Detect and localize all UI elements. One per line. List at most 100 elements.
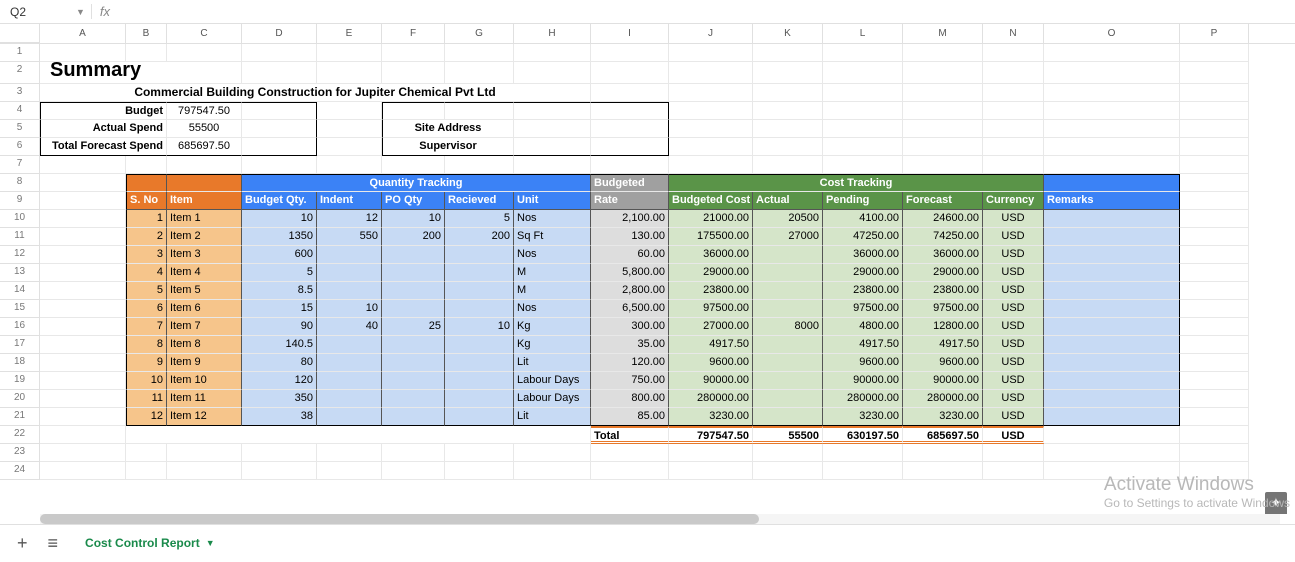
- sno-cell[interactable]: 9: [126, 354, 167, 372]
- cell[interactable]: [514, 444, 591, 462]
- cell[interactable]: [669, 84, 753, 102]
- forecast-cell[interactable]: 29000.00: [903, 264, 983, 282]
- cell[interactable]: [1180, 462, 1249, 480]
- rate-cell[interactable]: 6,500.00: [591, 300, 669, 318]
- actual-cell[interactable]: [753, 390, 823, 408]
- rate-cell[interactable]: 130.00: [591, 228, 669, 246]
- cell[interactable]: [40, 408, 126, 426]
- cell[interactable]: [1180, 138, 1249, 156]
- row-header-17[interactable]: 17: [0, 336, 40, 354]
- pending-cell[interactable]: 29000.00: [823, 264, 903, 282]
- cell[interactable]: [242, 138, 317, 156]
- rate-cell[interactable]: 750.00: [591, 372, 669, 390]
- unit-cell[interactable]: Lit: [514, 408, 591, 426]
- budgeted-cost-cell[interactable]: 175500.00: [669, 228, 753, 246]
- unit-cell[interactable]: M: [514, 264, 591, 282]
- cell[interactable]: [1180, 318, 1249, 336]
- cell[interactable]: [445, 462, 514, 480]
- actual-cell[interactable]: 20500: [753, 210, 823, 228]
- col-header-L[interactable]: L: [823, 24, 903, 43]
- name-box[interactable]: Q2: [5, 3, 70, 21]
- col-header-O[interactable]: O: [1044, 24, 1180, 43]
- cell[interactable]: [1180, 62, 1249, 84]
- sno-cell[interactable]: 12: [126, 408, 167, 426]
- row-header-19[interactable]: 19: [0, 372, 40, 390]
- budgeted-cost-cell[interactable]: 23800.00: [669, 282, 753, 300]
- unit-cell[interactable]: Labour Days: [514, 372, 591, 390]
- cell[interactable]: [40, 444, 126, 462]
- col-header-I[interactable]: I: [591, 24, 669, 43]
- cell[interactable]: [1044, 44, 1180, 62]
- row-header-10[interactable]: 10: [0, 210, 40, 228]
- row-header-2[interactable]: 2: [0, 62, 40, 84]
- indent-cell[interactable]: [317, 354, 382, 372]
- cell[interactable]: [445, 444, 514, 462]
- cell[interactable]: [903, 444, 983, 462]
- cell[interactable]: [1180, 44, 1249, 62]
- currency-cell[interactable]: USD: [983, 336, 1044, 354]
- item-cell[interactable]: Item 11: [167, 390, 242, 408]
- col-header-P[interactable]: P: [1180, 24, 1249, 43]
- cell[interactable]: [669, 444, 753, 462]
- sno-header-top[interactable]: [126, 174, 167, 192]
- actual-cell[interactable]: 8000: [753, 318, 823, 336]
- budgeted-cost-cell[interactable]: 21000.00: [669, 210, 753, 228]
- rate-cell[interactable]: 5,800.00: [591, 264, 669, 282]
- pending-cell[interactable]: 97500.00: [823, 300, 903, 318]
- sheet-tab-dropdown-icon[interactable]: ▼: [206, 538, 215, 548]
- indent-cell[interactable]: [317, 372, 382, 390]
- item-cell[interactable]: Item 5: [167, 282, 242, 300]
- cell[interactable]: [591, 120, 669, 138]
- cell[interactable]: [242, 444, 317, 462]
- cell[interactable]: [242, 102, 317, 120]
- pending-cell[interactable]: 9600.00: [823, 354, 903, 372]
- item-cell[interactable]: Item 7: [167, 318, 242, 336]
- indent-cell[interactable]: [317, 336, 382, 354]
- forecast-cell[interactable]: 74250.00: [903, 228, 983, 246]
- cell[interactable]: [514, 120, 591, 138]
- row-header-13[interactable]: 13: [0, 264, 40, 282]
- cell[interactable]: [903, 462, 983, 480]
- rate-cell[interactable]: 60.00: [591, 246, 669, 264]
- budgeted-cost-cell[interactable]: 27000.00: [669, 318, 753, 336]
- cell[interactable]: [1180, 300, 1249, 318]
- cell[interactable]: [1044, 138, 1180, 156]
- cell[interactable]: [753, 156, 823, 174]
- cell[interactable]: [242, 62, 317, 84]
- cell[interactable]: [753, 462, 823, 480]
- cell[interactable]: [167, 156, 242, 174]
- recieved-cell[interactable]: [445, 300, 514, 318]
- pending-cell[interactable]: 36000.00: [823, 246, 903, 264]
- cell[interactable]: [40, 282, 126, 300]
- cell[interactable]: [903, 44, 983, 62]
- remarks-cell[interactable]: [1044, 246, 1180, 264]
- indent-cell[interactable]: [317, 246, 382, 264]
- sno-cell[interactable]: 8: [126, 336, 167, 354]
- row-header-9[interactable]: 9: [0, 192, 40, 210]
- currency-cell[interactable]: USD: [983, 228, 1044, 246]
- cell[interactable]: [445, 44, 514, 62]
- cell[interactable]: [823, 156, 903, 174]
- cell[interactable]: [591, 156, 669, 174]
- cell[interactable]: [1180, 246, 1249, 264]
- item-cell[interactable]: Item 12: [167, 408, 242, 426]
- cell[interactable]: [983, 44, 1044, 62]
- unit-cell[interactable]: Nos: [514, 246, 591, 264]
- cell[interactable]: [445, 156, 514, 174]
- rate-cell[interactable]: 300.00: [591, 318, 669, 336]
- cell[interactable]: [1044, 62, 1180, 84]
- cell[interactable]: [514, 138, 591, 156]
- pending-cell[interactable]: 280000.00: [823, 390, 903, 408]
- cell[interactable]: [1180, 228, 1249, 246]
- remarks-cell[interactable]: [1044, 264, 1180, 282]
- pending-cell[interactable]: 4100.00: [823, 210, 903, 228]
- budget-qty-cell[interactable]: 80: [242, 354, 317, 372]
- recieved-cell[interactable]: [445, 390, 514, 408]
- sno-cell[interactable]: 2: [126, 228, 167, 246]
- budgeted-cost-cell[interactable]: 90000.00: [669, 372, 753, 390]
- remarks-cell[interactable]: [1044, 228, 1180, 246]
- currency-cell[interactable]: USD: [983, 246, 1044, 264]
- col-header-G[interactable]: G: [445, 24, 514, 43]
- po-qty-cell[interactable]: [382, 354, 445, 372]
- indent-cell[interactable]: 12: [317, 210, 382, 228]
